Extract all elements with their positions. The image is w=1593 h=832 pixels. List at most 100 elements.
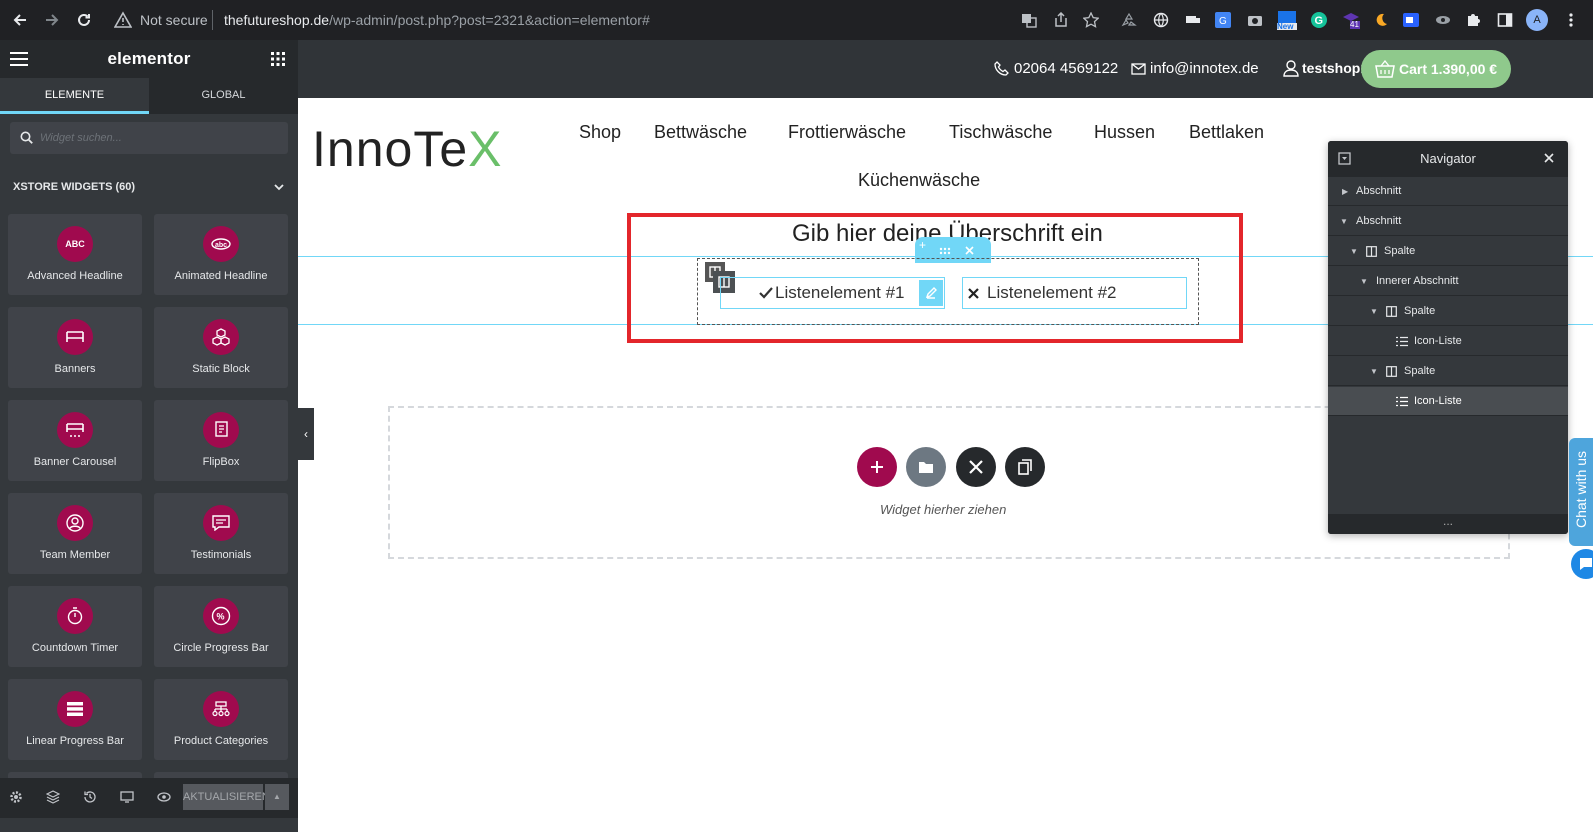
close-section-icon[interactable] [965,246,974,255]
profile-avatar[interactable]: A [1526,9,1548,31]
xstore-templates-button[interactable] [956,447,996,487]
flipbox-icon [203,412,239,448]
svg-text:G: G [1315,15,1324,27]
icon-list-1[interactable]: Listenelement #1 [720,277,945,309]
icon-list-2[interactable]: Listenelement #2 [962,277,1187,309]
side-panel-icon[interactable] [1494,9,1516,31]
widget-product-categories[interactable]: Product Categories [154,679,288,760]
navigator-row-selected[interactable]: Icon-Liste [1328,387,1568,416]
list-item-1-text: Listenelement #1 [775,283,905,302]
widget-animated-headline[interactable]: abc Animated Headline [154,214,288,295]
eye-extension-icon[interactable] [1432,9,1454,31]
innotex-logo[interactable]: InnoTeX [312,120,502,178]
not-secure-label[interactable]: Not secure [140,12,208,28]
chat-bubble-button[interactable] [1571,549,1593,579]
widgets-grid-icon[interactable] [271,52,285,66]
close-icon[interactable] [1544,153,1554,163]
widget-static-block[interactable]: Static Block [154,307,288,388]
navigator-row[interactable]: ▼ Spalte [1328,297,1568,326]
back-arrow-icon[interactable] [8,8,32,32]
widget-banner-carousel[interactable]: Banner Carousel [8,400,142,481]
share-icon[interactable] [1050,9,1072,31]
navigator-row[interactable]: ▼ Spalte [1328,237,1568,266]
update-options-button[interactable]: ▲ [265,784,289,810]
navigator-row[interactable]: ▼ Innerer Abschnitt [1328,267,1568,296]
menu-bettwaesche[interactable]: Bettwäsche [654,122,747,143]
phone-number[interactable]: 02064 4569122 [1014,60,1118,77]
navigator-row[interactable]: ▼ Abschnitt [1328,207,1568,236]
translate-icon[interactable] [1018,9,1040,31]
moon-icon[interactable] [1370,9,1392,31]
paste-copy-button[interactable] [1005,447,1045,487]
bookmark-star-icon[interactable] [1080,9,1102,31]
menu-shop[interactable]: Shop [579,122,621,143]
widget-flipbox[interactable]: FlipBox [154,400,288,481]
settings-gear-icon[interactable] [9,790,25,806]
forward-arrow-icon[interactable] [40,8,64,32]
extension-truck-icon[interactable] [1182,9,1204,31]
chevron-down-icon[interactable] [274,184,284,191]
user-icon [1283,60,1299,77]
add-new-section-button[interactable] [857,447,897,487]
navigator-header[interactable]: Navigator [1328,141,1568,177]
account-user[interactable]: testshop1 [1302,60,1368,76]
menu-kuechenwaesche[interactable]: Küchenwäsche [858,170,980,191]
widget-testimonials[interactable]: Testimonials [154,493,288,574]
chat-with-us-tab[interactable]: Chat with us [1569,438,1593,546]
menu-hussen[interactable]: Hussen [1094,122,1155,143]
preview-eye-icon[interactable] [157,790,173,806]
count-badge: 41 [1350,20,1359,29]
collapse-arrow-icon[interactable]: ▼ [1360,267,1368,296]
search-input[interactable] [40,130,280,146]
grammarly-icon[interactable]: G [1308,9,1330,31]
navigator-resize-handle[interactable]: ... [1328,514,1568,534]
reload-icon[interactable] [72,8,96,32]
widget-advanced-headline[interactable]: ABC Advanced Headline [8,214,142,295]
widget-linear-progress-bar[interactable]: Linear Progress Bar [8,679,142,760]
collapse-arrow-icon[interactable]: ▼ [1370,297,1378,326]
navigator-row[interactable]: Icon-Liste [1328,327,1568,356]
widget-team-member[interactable]: Team Member [8,493,142,574]
tab-global[interactable]: GLOBAL [149,78,298,114]
google-translate-icon[interactable]: G [1212,9,1234,31]
tab-elemente[interactable]: ELEMENTE [0,78,149,114]
more-menu-icon[interactable] [1560,9,1582,31]
add-template-button[interactable] [906,447,946,487]
menu-tischwaesche[interactable]: Tischwäsche [949,122,1052,143]
category-title[interactable]: XSTORE WIDGETS (60) [13,181,135,193]
menu-bettlaken[interactable]: Bettlaken [1189,122,1264,143]
email-address[interactable]: info@innotex.de [1150,60,1259,77]
navigator-panel[interactable]: Navigator ▶ Abschnitt ▼ Abschnitt ▼ Spal… [1328,141,1568,534]
icon-list-icon [1396,336,1408,347]
camera-icon[interactable] [1244,9,1266,31]
navigator-row[interactable]: ▶ Abschnitt [1328,177,1568,206]
menu-frottierwaesche[interactable]: Frottierwäsche [788,122,906,143]
history-icon[interactable] [83,790,99,806]
panel-collapse-toggle[interactable]: ‹ [298,408,314,460]
graduation-cap-icon[interactable]: 41 [1340,9,1362,31]
puzzle-extensions-icon[interactable] [1462,9,1484,31]
expand-arrow-icon[interactable]: ▶ [1342,177,1348,206]
widget-circle-progress-bar[interactable]: % Circle Progress Bar [154,586,288,667]
drag-handle-icon[interactable] [939,247,951,255]
new-extension-icon[interactable]: New [1274,9,1300,31]
recycle-icon[interactable] [1118,9,1140,31]
widget-banners[interactable]: Banners [8,307,142,388]
navigator-row[interactable]: ▼ Spalte [1328,357,1568,386]
update-button[interactable]: AKTUALISIEREN [183,784,270,810]
cart-button[interactable]: Cart 1.390,00 € [1361,50,1511,88]
video-call-icon[interactable] [1400,9,1422,31]
site-topbar: 02064 4569122 info@innotex.de testshop1 … [298,40,1593,98]
widget-countdown-timer[interactable]: Countdown Timer [8,586,142,667]
responsive-icon[interactable] [120,790,136,806]
add-section-icon[interactable]: + [919,238,926,252]
globe-icon[interactable] [1150,9,1172,31]
edit-widget-icon[interactable] [919,280,943,306]
address-bar[interactable]: thefutureshop.de/wp-admin/post.php?post=… [224,12,650,28]
collapse-arrow-icon[interactable]: ▼ [1340,207,1348,236]
collapse-arrow-icon[interactable]: ▼ [1350,237,1358,266]
layers-icon[interactable] [46,790,62,806]
collapse-arrow-icon[interactable]: ▼ [1370,357,1378,386]
warning-icon[interactable] [114,11,132,29]
logo-x: X [468,121,503,177]
